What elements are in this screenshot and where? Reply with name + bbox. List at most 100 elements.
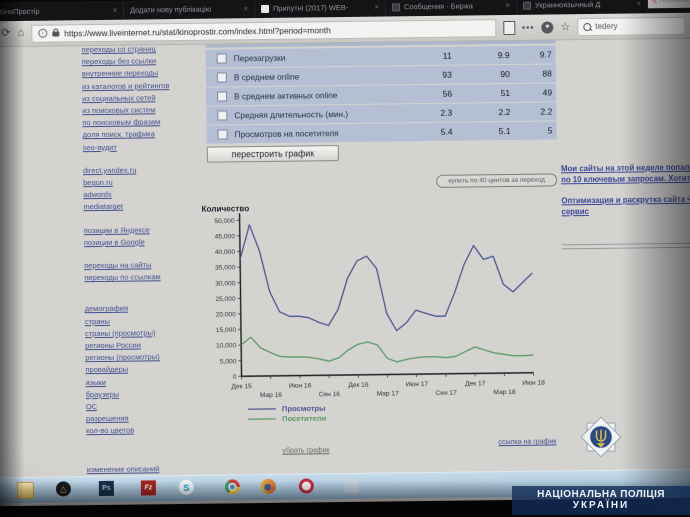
- svg-text:35,000: 35,000: [215, 265, 236, 272]
- svg-text:10,000: 10,000: [216, 343, 237, 350]
- svg-text:Мар 17: Мар 17: [377, 390, 399, 397]
- address-bar[interactable]: i https://www.liveinternet.ru/stat/kinop…: [31, 19, 496, 43]
- chart-svg: Количество 0 5,000 10,000 15,000 20,000 25,000…: [187, 197, 552, 451]
- browser-tab-3[interactable]: Припутні (2017) WEB- ×: [255, 0, 386, 18]
- row-value: 88: [510, 68, 552, 79]
- row-value: 11: [394, 51, 452, 62]
- browser-tab-4[interactable]: Сообщения - Биржа ×: [386, 0, 517, 16]
- svg-text:5,000: 5,000: [220, 358, 237, 365]
- ad-link-2[interactable]: Оптимизация и раскрутка сайта чер сервис: [561, 195, 687, 218]
- bookmark-star-icon[interactable]: ☆: [560, 20, 570, 33]
- search-value: tedery: [595, 22, 617, 31]
- browser-tab-2[interactable]: Додати нову публікацію×: [124, 0, 255, 20]
- row-value: 2.3: [394, 108, 452, 119]
- tab-favicon-icon: [523, 1, 531, 9]
- fragment-label: сохранени: [660, 0, 689, 4]
- browser-tab-5[interactable]: Украиноязычный Д ×: [517, 0, 648, 15]
- sidebar-group-4: переходы на сайтыпереходы по ссылкам: [84, 259, 204, 285]
- sidebar-link[interactable]: seo-аудит: [83, 140, 203, 154]
- watermark-line1: НАЦІОНАЛЬНА ПОЛІЦІЯ: [512, 489, 690, 500]
- tab-close-icon[interactable]: ×: [112, 6, 117, 15]
- row-checkbox[interactable]: [217, 72, 227, 82]
- search-input[interactable]: tedery: [577, 16, 685, 35]
- url-text: https://www.liveinternet.ru/stat/kinopro…: [64, 25, 331, 38]
- row-value: 56: [394, 89, 452, 100]
- tab-close-icon[interactable]: ×: [374, 3, 379, 12]
- tab-title: Сообщения - Биржа: [404, 1, 501, 11]
- row-checkbox[interactable]: [217, 91, 227, 101]
- sidebar-group-3: позиции в Яндексепозиции в Google: [84, 223, 204, 249]
- svg-text:15,000: 15,000: [216, 327, 237, 334]
- svg-text:Дек 17: Дек 17: [465, 380, 486, 387]
- svg-text:Количество: Количество: [201, 204, 249, 214]
- tab-close-icon[interactable]: ×: [243, 4, 248, 13]
- svg-text:40,000: 40,000: [215, 249, 236, 256]
- sidebar-group-2: direct.yandex.rubegun.ruadwordsmediatarg…: [83, 164, 204, 214]
- sidebar-link[interactable]: mediatarget: [83, 200, 203, 214]
- svg-text:25,000: 25,000: [215, 296, 236, 303]
- ad-link-1[interactable]: Мои сайты на этой неделе попали по 10 кл…: [561, 163, 687, 186]
- svg-text:Сен 17: Сен 17: [435, 390, 457, 397]
- row-label: В среднем активных online: [234, 89, 394, 101]
- row-value: 90: [452, 69, 510, 80]
- tab-title: КіноПростір: [0, 6, 108, 16]
- svg-text:Дек 16: Дек 16: [348, 382, 369, 389]
- pocket-icon[interactable]: ♥: [541, 21, 553, 33]
- svg-text:Июн 17: Июн 17: [406, 381, 429, 388]
- firefox-icon[interactable]: [261, 479, 276, 494]
- watermark-band: НАЦІОНАЛЬНА ПОЛІЦІЯ УКРАЇНИ: [512, 486, 690, 515]
- tab-title: Украиноязычный Д: [535, 0, 632, 10]
- tab-title: Припутні (2017) WEB-: [273, 3, 370, 13]
- row-value: 9.9: [452, 50, 510, 61]
- pen-icon: ✎: [651, 0, 658, 6]
- refresh-icon[interactable]: ⟳: [1, 28, 10, 39]
- home-icon[interactable]: ⌂: [17, 28, 24, 39]
- site-info-icon[interactable]: i: [38, 29, 47, 38]
- browser-tab-1[interactable]: КіноПростір ×: [0, 1, 124, 22]
- page-action-icon[interactable]: [503, 20, 515, 34]
- svg-text:Просмотры: Просмотры: [282, 404, 326, 414]
- remove-chart-link[interactable]: убрать график: [282, 447, 329, 455]
- svg-text:30,000: 30,000: [215, 280, 236, 287]
- rebuild-chart-button[interactable]: перестроить график: [207, 145, 339, 163]
- opera-icon[interactable]: [299, 478, 314, 493]
- overflow-menu-icon[interactable]: •••: [522, 22, 535, 32]
- buy-clicks-button[interactable]: купить по 40 центов за переход: [436, 173, 557, 187]
- row-value: 2.2: [510, 106, 552, 117]
- svg-text:20,000: 20,000: [216, 311, 237, 318]
- sidebar-link[interactable]: переходы по ссылкам: [84, 271, 204, 285]
- folder-icon[interactable]: [17, 482, 34, 499]
- table-row: Просмотров на посетителя5.45.15: [206, 121, 556, 143]
- row-value: 5: [510, 125, 552, 136]
- search-icon: [583, 22, 591, 30]
- filezilla-icon[interactable]: Fz: [141, 480, 156, 495]
- triangle-app-icon[interactable]: △: [56, 481, 71, 496]
- svg-text:0: 0: [233, 374, 237, 381]
- tab-close-icon[interactable]: ×: [505, 1, 510, 10]
- row-value: 9.7: [510, 49, 552, 60]
- row-value: 93: [394, 70, 452, 81]
- chrome-icon[interactable]: [225, 479, 240, 494]
- svg-text:Сен 16: Сен 16: [319, 391, 341, 398]
- sidebar-link[interactable]: кол-во цветов: [86, 424, 206, 438]
- photoshop-icon[interactable]: Ps: [99, 481, 114, 496]
- svg-text:Мар 18: Мар 18: [493, 389, 515, 396]
- summary-table: Перезагрузки119.99.7 В среднем online9390…: [205, 40, 556, 144]
- row-label: В среднем online: [234, 70, 394, 82]
- row-checkbox[interactable]: [217, 53, 227, 63]
- tab-close-icon[interactable]: ×: [636, 0, 641, 8]
- svg-text:Дек 15: Дек 15: [232, 383, 253, 390]
- row-value: 5.1: [453, 126, 511, 137]
- ghost-icon[interactable]: [344, 478, 359, 493]
- sidebar-link[interactable]: позиции в Google: [84, 236, 204, 250]
- row-label: Перезагрузки: [234, 51, 394, 63]
- sidebar-group-1: переходы со страницпереходы без ссылкивн…: [81, 43, 202, 154]
- row-checkbox[interactable]: [218, 129, 228, 139]
- police-watermark: НАЦІОНАЛЬНА ПОЛІЦІЯ УКРАЇНИ: [512, 411, 690, 517]
- row-label: Просмотров на посетителя: [235, 127, 395, 139]
- svg-text:Мар 16: Мар 16: [260, 392, 282, 399]
- row-checkbox[interactable]: [217, 110, 227, 120]
- skype-icon[interactable]: S: [179, 480, 194, 495]
- row-value: 2.2: [452, 107, 510, 118]
- overlapping-window-fragment: ✎ сохранени: [648, 0, 690, 8]
